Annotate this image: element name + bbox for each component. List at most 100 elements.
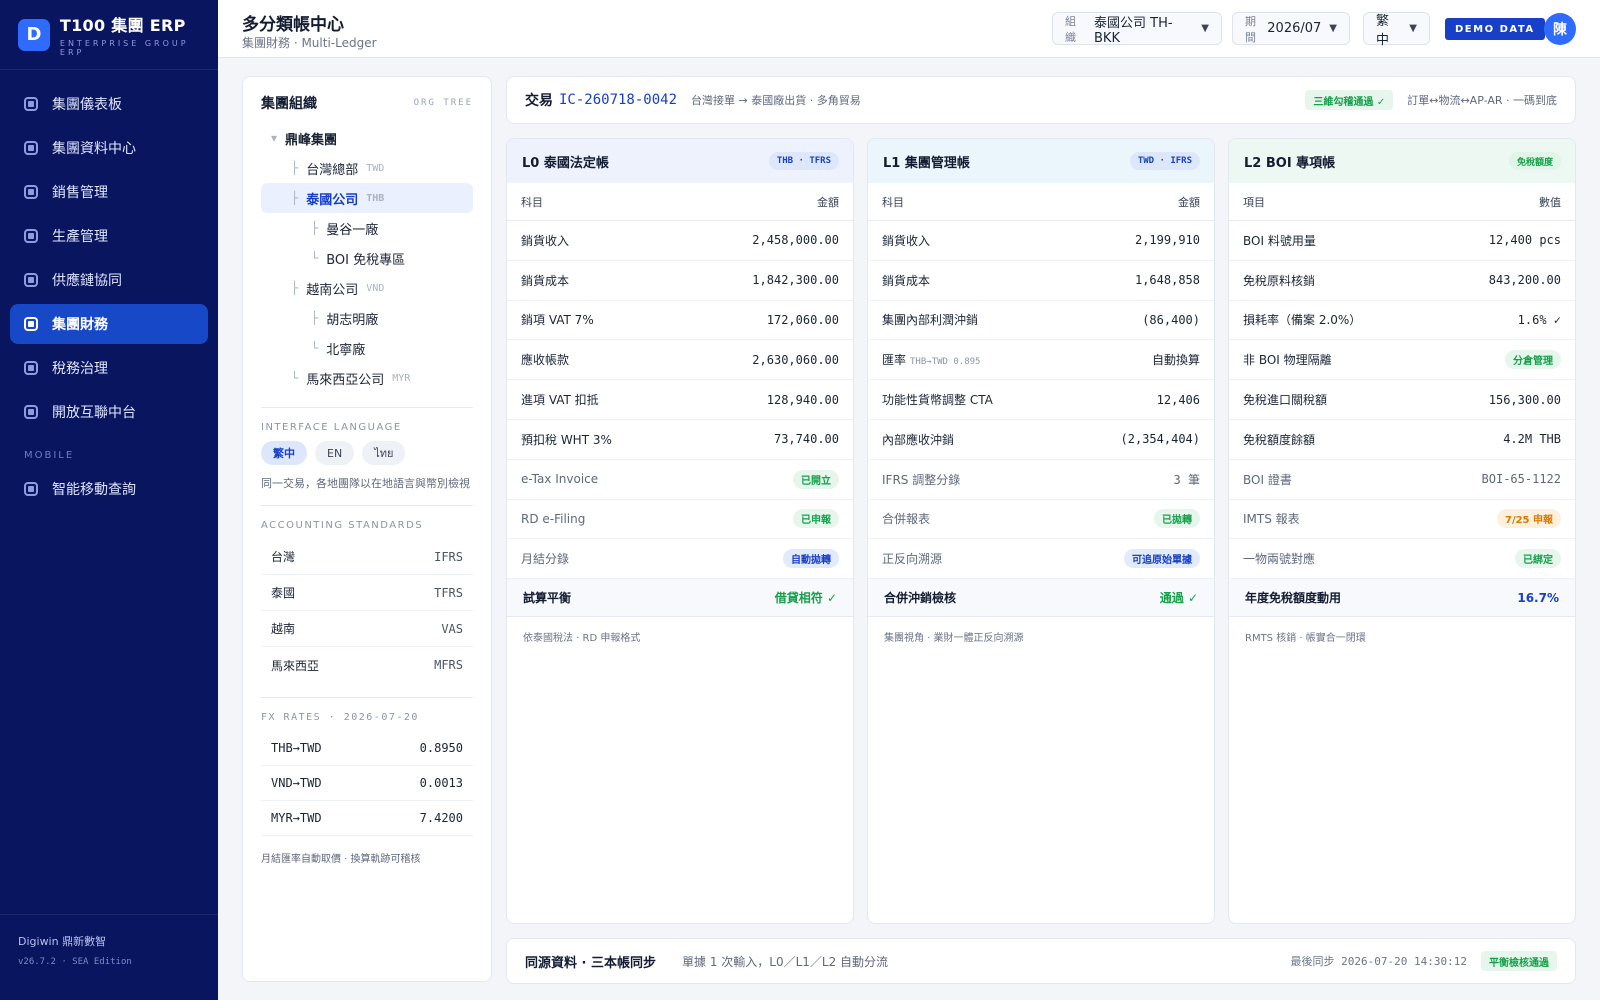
ledger-row[interactable]: 免稅原料核銷 843,200.00 bbox=[1229, 261, 1575, 301]
language-chip-en[interactable]: EN bbox=[315, 441, 355, 465]
nav-item-tax[interactable]: 稅務治理 bbox=[10, 348, 208, 388]
ledger-header: L0 泰國法定帳 THB · TFRS bbox=[507, 139, 853, 183]
period-select[interactable]: 期間 2026/07 ▼ bbox=[1232, 12, 1350, 45]
ledger-row-label: 內部應收沖銷 bbox=[882, 431, 954, 448]
ledger-row-name: 正反向溯源 bbox=[882, 552, 943, 567]
org-tree: ▾ 鼎峰集團 ├ 台灣總部 TWD ├ 泰國公司 THB ├ 曼谷一廠 └ BOI 免稅專區 ├ 越南公司… bbox=[261, 123, 473, 393]
ledger-header: L2 BOI 專項帳 免稅額度 bbox=[1229, 139, 1575, 183]
ledger-row[interactable]: 合併報表 已拋轉 bbox=[868, 500, 1214, 540]
ledger-row[interactable]: 功能性貨幣調整 CTA 12,406 bbox=[868, 380, 1214, 420]
org-select[interactable]: 組織 泰國公司 TH-BKK ▼ bbox=[1052, 12, 1222, 46]
ledger-row[interactable]: 銷貨收入 2,458,000.00 bbox=[507, 221, 853, 261]
ledger-row[interactable]: 一物兩號對應 已綁定 bbox=[1229, 539, 1575, 580]
org-tree-node[interactable]: ├ 台灣總部 TWD bbox=[261, 153, 473, 183]
brand[interactable]: D T100 集團 ERP ENTERPRISE GROUP ERP bbox=[0, 0, 218, 70]
language-select[interactable]: 繁中 ▼ bbox=[1363, 12, 1430, 48]
ledger-row-label: 損耗率（備案 2.0%） bbox=[1243, 311, 1361, 328]
org-tree-node[interactable]: ├ 曼谷一廠 bbox=[261, 213, 473, 243]
brand-subtitle: ENTERPRISE GROUP ERP bbox=[59, 39, 189, 57]
org-tree-node[interactable]: └ 馬來西亞公司 MYR bbox=[261, 363, 473, 393]
ledger-row[interactable]: 月結分錄 自動拋轉 bbox=[507, 539, 853, 580]
ledger-row[interactable]: BOI 證書 BOI-65-1122 bbox=[1229, 460, 1575, 500]
ledger-row[interactable]: RD e-Filing 已申報 bbox=[507, 500, 853, 540]
main-nav: 集團儀表板 集團資料中心 銷售管理 生產管理 供應鏈協同 集團財務 稅務治理 開… bbox=[0, 70, 218, 509]
divider bbox=[261, 407, 473, 408]
org-tree-node[interactable]: ├ 胡志明廠 bbox=[261, 303, 473, 333]
ledger-row-name: 內部應收沖銷 bbox=[882, 432, 955, 447]
ledger-row[interactable]: 非 BOI 物理隔離 分倉管理 bbox=[1229, 340, 1575, 381]
ledger-row-label: 功能性貨幣調整 CTA bbox=[882, 391, 993, 408]
ledger-row[interactable]: BOI 料號用量 12,400 pcs bbox=[1229, 221, 1575, 261]
ledger-row-name: 月結分錄 bbox=[521, 552, 570, 567]
ledger-row-name: 一物兩號對應 bbox=[1243, 552, 1316, 567]
transaction-id[interactable]: IC-260718-0042 bbox=[559, 92, 677, 108]
language-section-label: INTERFACE LANGUAGE bbox=[261, 422, 402, 433]
ledger-row-name: e-Tax Invoice bbox=[521, 472, 599, 487]
ledger-row[interactable]: 應收帳款 2,630,060.00 bbox=[507, 340, 853, 381]
nav-item-dashboard[interactable]: 集團儀表板 bbox=[10, 84, 208, 124]
user-avatar[interactable]: 陳 bbox=[1544, 13, 1576, 45]
ledger-row-name: IMTS 報表 bbox=[1243, 512, 1300, 527]
ledger-row[interactable]: 匯率 THB→TWD 0.895 自動換算 bbox=[868, 340, 1214, 381]
breadcrumb: 集團財務 · Multi-Ledger bbox=[242, 36, 377, 50]
org-tree-node[interactable]: ├ 泰國公司 THB bbox=[261, 183, 473, 213]
ledger-row[interactable]: e-Tax Invoice 已開立 bbox=[507, 460, 853, 500]
ledger-summary-row: 合併沖銷檢核 通過 ✓ bbox=[868, 579, 1214, 618]
period-select-label: 期間 bbox=[1245, 14, 1256, 44]
ledger-row[interactable]: 免稅進口關稅額 156,300.00 bbox=[1229, 380, 1575, 420]
reconciliation-badge: 三維勾稽通過 ✓ bbox=[1305, 90, 1394, 110]
nav-item-open-platform[interactable]: 開放互聯中台 bbox=[10, 392, 208, 432]
tree-guide-icon: ├ bbox=[291, 191, 299, 205]
org-tree-node[interactable]: ▾ 鼎峰集團 bbox=[261, 123, 473, 153]
language-chip-th[interactable]: ไทย bbox=[362, 441, 406, 465]
fx-rate: 0.8950 bbox=[419, 741, 463, 755]
ledger-row[interactable]: 集團內部利潤沖銷 (86,400) bbox=[868, 301, 1214, 341]
nav-item-supply-chain[interactable]: 供應鏈協同 bbox=[10, 260, 208, 300]
ledger-row-label: 一物兩號對應 bbox=[1243, 550, 1315, 567]
sync-description: 單據 1 次輸入，L0／L1／L2 自動分流 bbox=[682, 954, 889, 969]
ledger-row-value: (2,354,404) bbox=[1120, 432, 1200, 447]
module-icon bbox=[24, 141, 38, 155]
ledger-row[interactable]: IFRS 調整分錄 3 筆 bbox=[868, 460, 1214, 500]
org-tree-label: 泰國公司 bbox=[306, 192, 359, 208]
currency-code: MYR bbox=[392, 372, 411, 384]
ledger-row-name: IFRS 調整分錄 bbox=[882, 472, 961, 487]
ledger-row[interactable]: 銷貨成本 1,648,858 bbox=[868, 261, 1214, 301]
ledger-row[interactable]: IMTS 報表 7/25 申報 bbox=[1229, 500, 1575, 540]
org-tree-node[interactable]: ├ 越南公司 VND bbox=[261, 273, 473, 303]
ledger-row[interactable]: 正反向溯源 可追原始單據 bbox=[868, 539, 1214, 580]
ledger-row[interactable]: 銷貨收入 2,199,910 bbox=[868, 221, 1214, 261]
nav-item-sales[interactable]: 銷售管理 bbox=[10, 172, 208, 212]
ledger-row[interactable]: 免稅額度餘額 4.2M THB bbox=[1229, 420, 1575, 460]
nav-item-label: 集團資料中心 bbox=[52, 141, 136, 157]
nav-item-label: 稅務治理 bbox=[52, 361, 108, 377]
demo-data-badge: DEMO DATA bbox=[1445, 18, 1545, 40]
ledger-row[interactable]: 銷項 VAT 7% 172,060.00 bbox=[507, 301, 853, 341]
fx-row: VND→TWD 0.0013 bbox=[261, 766, 473, 801]
status-badge: 可追原始單據 bbox=[1124, 549, 1200, 569]
ledger-footnote: RMTS 核銷 · 帳實合一閉環 bbox=[1245, 633, 1366, 645]
ledger-summary-row: 年度免稅額度動用 16.7% bbox=[1229, 579, 1575, 618]
ledger-row[interactable]: 預扣稅 WHT 3% 73,740.00 bbox=[507, 420, 853, 460]
nav-item-label: 集團儀表板 bbox=[52, 97, 122, 113]
org-select-label: 組織 bbox=[1065, 14, 1076, 44]
org-tree-node[interactable]: └ BOI 免稅專區 bbox=[261, 243, 473, 273]
column-header: 金額 bbox=[1178, 195, 1200, 209]
status-badge: 已拋轉 bbox=[1154, 509, 1200, 529]
nav-item-group-finance[interactable]: 集團財務 bbox=[10, 304, 208, 344]
nav-item-data-center[interactable]: 集團資料中心 bbox=[10, 128, 208, 168]
ledger-row-value: 73,740.00 bbox=[773, 432, 839, 447]
brand-logo: D bbox=[18, 18, 50, 51]
ledger-row[interactable]: 內部應收沖銷 (2,354,404) bbox=[868, 420, 1214, 460]
language-chip-zh[interactable]: 繁中 bbox=[261, 441, 307, 465]
ledger-title: L0 泰國法定帳 bbox=[522, 155, 609, 171]
ledger-title: L1 集團管理帳 bbox=[883, 155, 970, 171]
org-tree-node[interactable]: └ 北寧廠 bbox=[261, 333, 473, 363]
ledger-row[interactable]: 銷貨成本 1,842,300.00 bbox=[507, 261, 853, 301]
module-icon bbox=[24, 405, 38, 419]
ledger-row[interactable]: 進項 VAT 扣抵 128,940.00 bbox=[507, 380, 853, 420]
column-header: 數值 bbox=[1539, 195, 1561, 209]
nav-item-production[interactable]: 生產管理 bbox=[10, 216, 208, 256]
ledger-row[interactable]: 損耗率（備案 2.0%） 1.6% ✓ bbox=[1229, 301, 1575, 341]
nav-item-mobile-query[interactable]: 智能移動查詢 bbox=[10, 469, 208, 509]
